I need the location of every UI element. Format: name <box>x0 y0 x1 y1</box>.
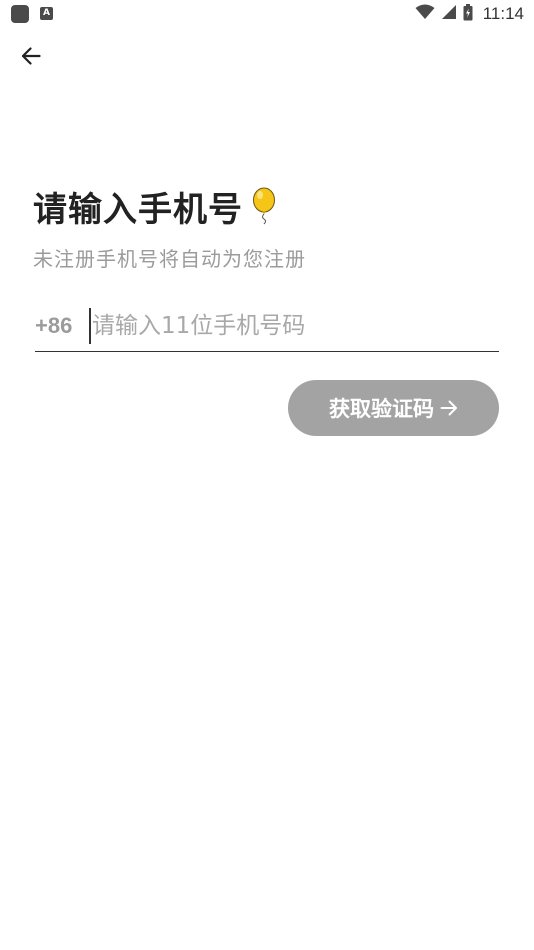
country-code: +86 <box>35 312 73 338</box>
a-icon: A <box>40 7 53 20</box>
balloon-icon <box>251 187 277 229</box>
get-code-button[interactable]: 获取验证码 <box>288 380 499 436</box>
page-title: 请输入手机号 <box>33 190 243 230</box>
back-button[interactable] <box>14 44 48 72</box>
phone-input[interactable] <box>89 307 492 344</box>
cell-signal-icon <box>441 4 457 24</box>
battery-icon <box>463 3 473 25</box>
status-bar: A 11:14 <box>0 0 534 28</box>
app-icon <box>11 5 29 23</box>
arrow-right-icon <box>440 400 458 416</box>
arrow-left-icon <box>21 47 41 69</box>
title-row: 请输入手机号 <box>33 182 277 231</box>
phone-input-row: +86 <box>35 300 499 352</box>
wifi-icon <box>415 4 435 24</box>
get-code-label: 获取验证码 <box>329 397 434 421</box>
status-bar-right: 11:14 <box>415 3 524 25</box>
status-time: 11:14 <box>482 4 524 23</box>
subtitle: 未注册手机号将自动为您注册 <box>33 247 306 271</box>
